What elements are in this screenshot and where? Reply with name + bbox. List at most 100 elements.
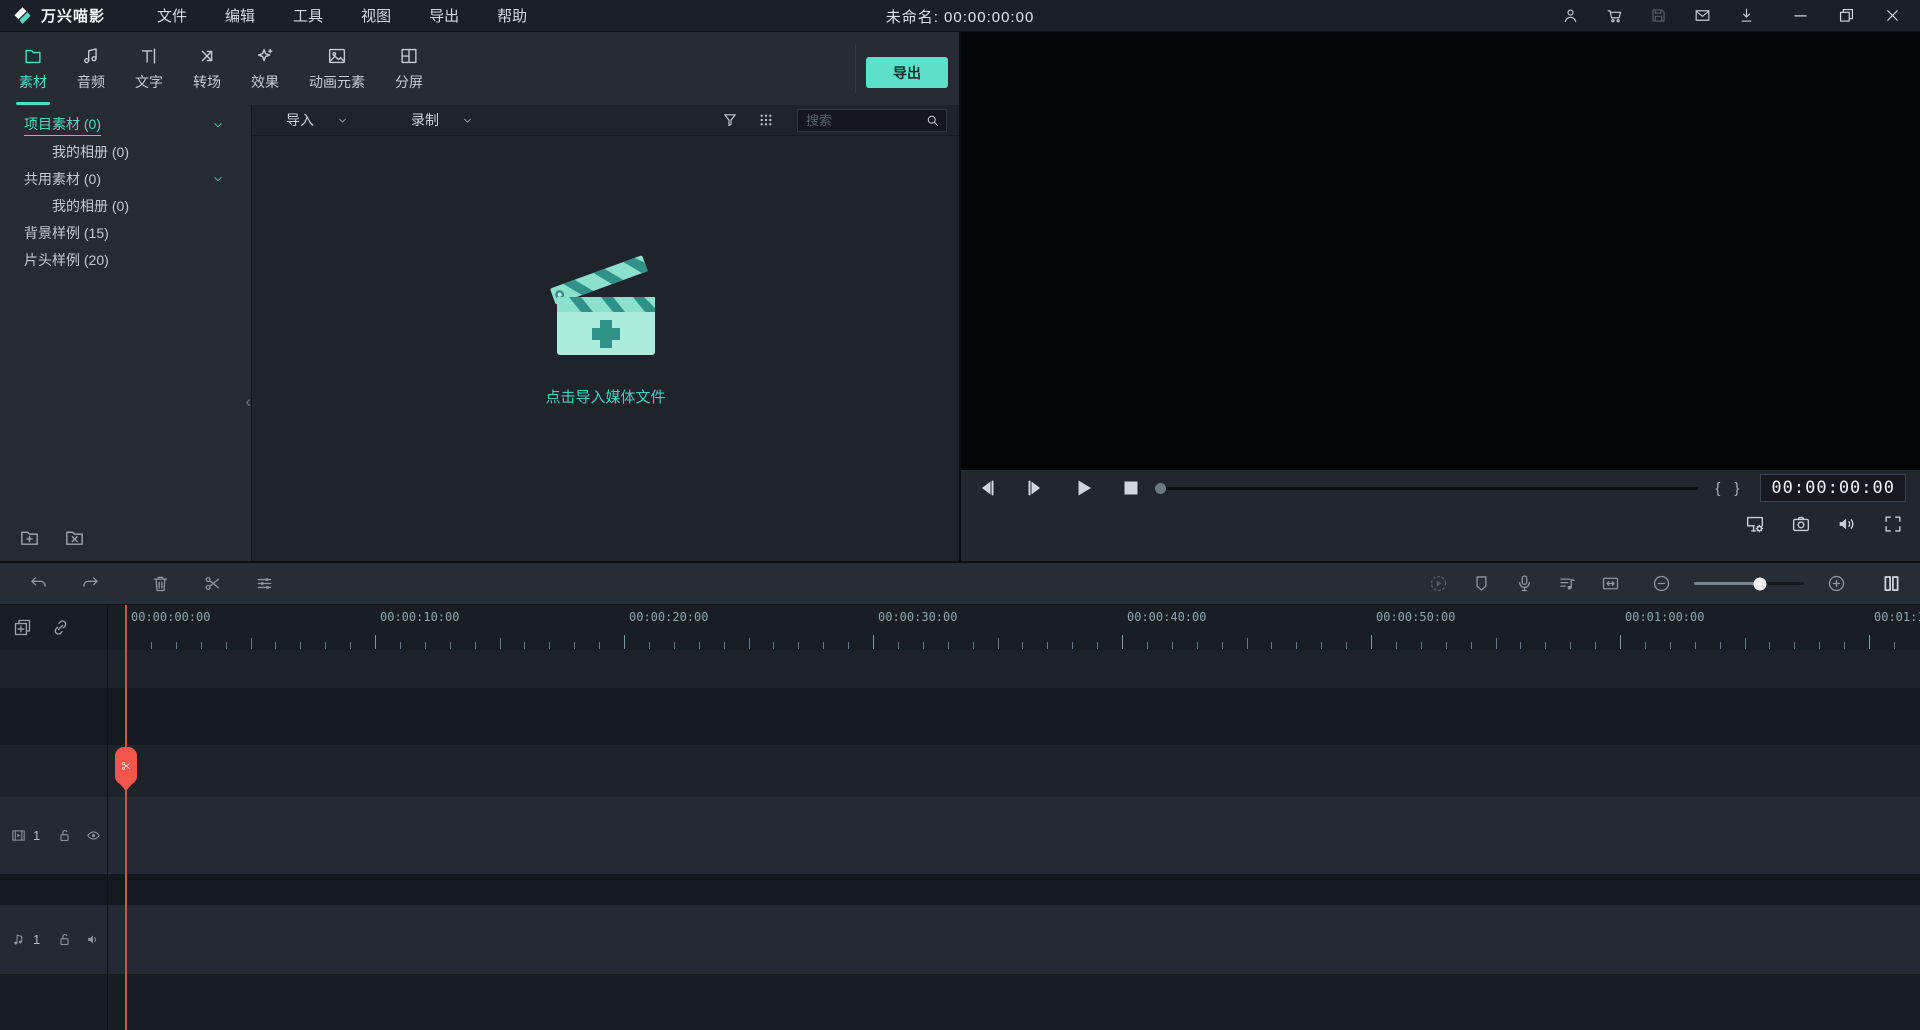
ruler-label: 00:00:10:00: [380, 610, 460, 624]
dual-view-icon[interactable]: [1881, 573, 1902, 594]
search-icon[interactable]: [925, 113, 940, 128]
current-timecode: 00:00:00:00: [1760, 474, 1906, 502]
scrubber-track[interactable]: [1166, 486, 1699, 490]
tree-item-shared-media[interactable]: 共用素材 (0): [0, 165, 251, 192]
audio-track-lane[interactable]: [0, 905, 1920, 974]
chevron-down-icon: [461, 114, 474, 127]
tab-splitscreen[interactable]: 分屏: [380, 32, 438, 105]
audio-mixer-icon[interactable]: [1557, 573, 1578, 594]
export-button[interactable]: 导出: [866, 57, 948, 88]
chevron-down-icon[interactable]: [211, 118, 225, 132]
menu-edit[interactable]: 编辑: [225, 5, 255, 26]
mail-icon[interactable]: [1693, 6, 1712, 25]
prev-frame-icon[interactable]: [975, 476, 999, 500]
playhead-handle[interactable]: [115, 747, 137, 785]
restore-icon[interactable]: [1837, 6, 1856, 25]
ruler-tick: [1595, 642, 1597, 649]
ruler-label: 00:00:50:00: [1376, 610, 1456, 624]
display-settings-icon[interactable]: [1744, 513, 1766, 535]
media-view-tools: [721, 108, 947, 132]
ruler-tick: [424, 642, 426, 649]
timeline-zoom-slider[interactable]: [1694, 577, 1804, 590]
tab-elements[interactable]: 动画元素: [294, 32, 380, 105]
minimize-icon[interactable]: [1791, 6, 1810, 25]
preview-scrubber[interactable]: [1155, 482, 1699, 494]
menu-view[interactable]: 视图: [361, 5, 391, 26]
tree-item-project-media[interactable]: 项目素材 (0): [0, 111, 251, 138]
collapse-panel-icon[interactable]: ‹: [245, 393, 251, 410]
menu-file[interactable]: 文件: [157, 5, 187, 26]
tree-item-background-samples[interactable]: 背景样例 (15): [0, 219, 251, 246]
preview-screen[interactable]: [961, 32, 1920, 470]
scrubber-handle[interactable]: [1155, 482, 1166, 494]
chevron-down-icon[interactable]: [211, 172, 225, 186]
zoom-out-icon[interactable]: [1651, 573, 1672, 594]
close-icon[interactable]: [1883, 6, 1902, 25]
lock-open-icon[interactable]: [56, 827, 73, 844]
lock-open-icon[interactable]: [56, 931, 73, 948]
track-volume-icon[interactable]: [85, 931, 102, 948]
import-hint-text[interactable]: 点击导入媒体文件: [545, 386, 665, 407]
menu-tools[interactable]: 工具: [293, 5, 323, 26]
ruler-tick: [275, 642, 277, 649]
tab-text[interactable]: 文字: [120, 32, 178, 105]
clapperboard-icon: [545, 250, 667, 360]
filter-icon[interactable]: [721, 111, 739, 129]
zoom-slider-knob[interactable]: [1753, 577, 1767, 590]
tab-transitions[interactable]: 转场: [178, 32, 236, 105]
download-icon[interactable]: [1737, 6, 1756, 25]
tab-label: 音频: [77, 74, 105, 90]
redo-icon[interactable]: [80, 573, 101, 594]
next-frame-icon[interactable]: [1023, 476, 1047, 500]
delete-icon[interactable]: [150, 573, 171, 594]
record-dropdown[interactable]: 录制: [411, 110, 474, 130]
zoom-in-icon[interactable]: [1826, 573, 1847, 594]
ruler-tick: [1470, 642, 1472, 649]
properties-icon[interactable]: [254, 573, 275, 594]
mark-out-icon[interactable]: }: [1734, 480, 1739, 497]
search-box[interactable]: [797, 108, 947, 132]
play-icon[interactable]: [1071, 476, 1095, 500]
tab-audio[interactable]: 音频: [62, 32, 120, 105]
ruler-tick: [175, 642, 177, 649]
user-icon[interactable]: [1561, 6, 1580, 25]
split-icon[interactable]: [202, 573, 223, 594]
menu-help[interactable]: 帮助: [497, 5, 527, 26]
marker-icon[interactable]: [1471, 573, 1492, 594]
stop-icon[interactable]: [1119, 476, 1143, 500]
volume-icon[interactable]: [1836, 513, 1858, 535]
logo-icon: [12, 5, 33, 26]
grid-view-icon[interactable]: [757, 111, 775, 129]
visibility-icon[interactable]: [85, 827, 102, 844]
media-empty-state[interactable]: 点击导入媒体文件: [252, 136, 959, 561]
fullscreen-icon[interactable]: [1882, 513, 1904, 535]
tree-item-intro-samples[interactable]: 片头样例 (20): [0, 246, 251, 273]
mark-in-icon[interactable]: {: [1715, 480, 1720, 497]
link-icon[interactable]: [50, 617, 71, 638]
ruler-tick: [997, 638, 999, 649]
fit-timeline-icon[interactable]: [1600, 573, 1621, 594]
cart-icon[interactable]: [1605, 6, 1624, 25]
tree-item-my-album-1[interactable]: 我的相册 (0): [0, 138, 251, 165]
ruler-tick: [1221, 642, 1223, 649]
playhead-line[interactable]: [125, 605, 127, 1030]
tab-media[interactable]: 素材: [4, 32, 62, 105]
search-input[interactable]: [806, 112, 925, 128]
undo-icon[interactable]: [28, 573, 49, 594]
tab-effects[interactable]: 效果: [236, 32, 294, 105]
snapshot-icon[interactable]: [1790, 513, 1812, 535]
video-track-lane[interactable]: [0, 797, 1920, 874]
ruler-tick: [449, 642, 451, 649]
ruler-label: 00:00:00:00: [131, 610, 211, 624]
ruler-tick: [1520, 642, 1522, 649]
add-to-track-icon[interactable]: [12, 617, 33, 638]
audio-track-icon: [10, 931, 27, 948]
ruler-tick: [748, 638, 750, 649]
tree-item-my-album-2[interactable]: 我的相册 (0): [0, 192, 251, 219]
new-folder-icon[interactable]: [18, 526, 41, 549]
delete-folder-icon[interactable]: [63, 526, 86, 549]
timeline-ruler[interactable]: 00:00:00:00 00:00:10:00 00:00:20:00 00:00:3…: [0, 605, 1920, 652]
menu-export[interactable]: 导出: [429, 5, 459, 26]
import-dropdown[interactable]: 导入: [286, 110, 349, 130]
record-voiceover-icon[interactable]: [1514, 573, 1535, 594]
